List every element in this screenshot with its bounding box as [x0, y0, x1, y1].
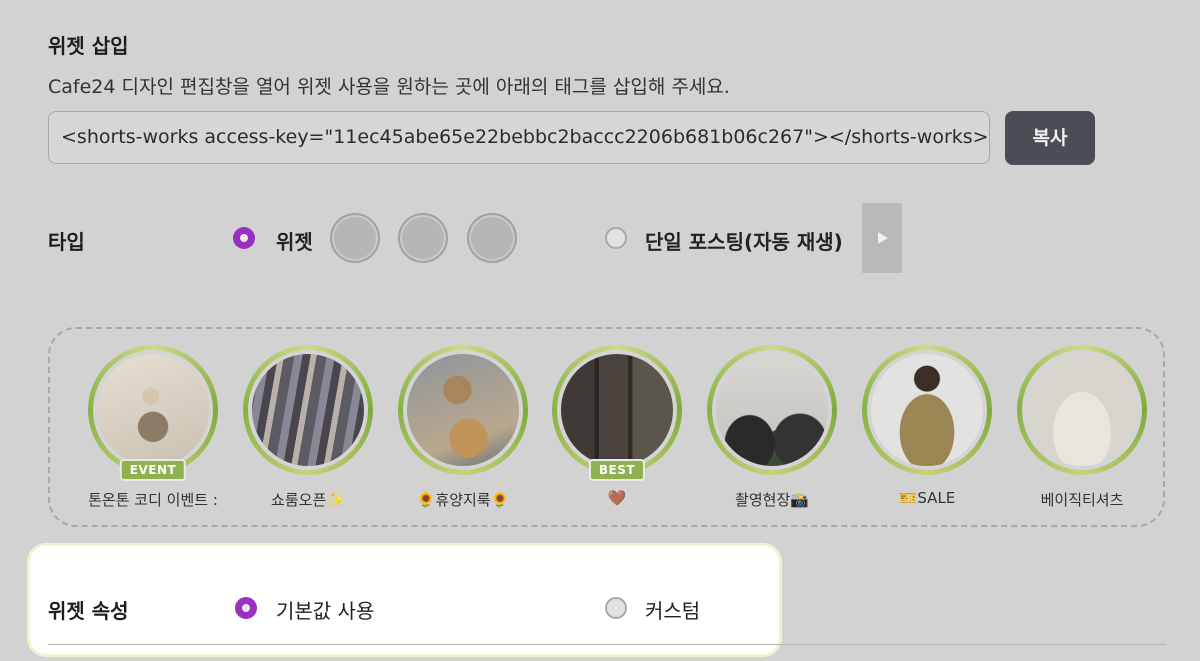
story-thumbnail [248, 350, 368, 470]
props-default-radio[interactable] [235, 597, 257, 619]
type-label: 타입 [48, 230, 85, 254]
story-label: 🌻휴양지룩🌻 [416, 491, 510, 509]
story-item[interactable]: EVENT 톤온톤 코디 이벤트 : [83, 345, 223, 515]
props-custom-radio[interactable] [605, 597, 627, 619]
widget-insert-description: Cafe24 디자인 편집창을 열어 위젯 사용을 원하는 곳에 아래의 태그를… [48, 76, 730, 98]
type-widget-label[interactable]: 위젯 [276, 226, 313, 255]
story-thumbnail [1022, 350, 1142, 470]
story-label: 쇼룸오픈✨ [271, 491, 345, 509]
story-thumbnail [557, 350, 677, 470]
story-label: 촬영현장📸 [735, 491, 809, 509]
widget-style-swatch-1[interactable] [330, 213, 380, 263]
widget-tag-code-field[interactable]: <shorts-works access-key="11ec45abe65e22… [48, 111, 990, 164]
story-item[interactable]: 🌻휴양지룩🌻 [393, 345, 533, 515]
story-label: 🤎 [607, 489, 627, 507]
story-label: 베이직티셔츠 [1040, 491, 1124, 509]
widget-style-swatch-3[interactable] [467, 213, 517, 263]
story-badge: EVENT [119, 459, 187, 481]
props-default-label[interactable]: 기본값 사용 [276, 595, 374, 624]
story-label: 🎫SALE [898, 489, 956, 507]
story-item[interactable]: 🎫SALE [857, 345, 997, 515]
type-single-radio[interactable] [605, 227, 627, 249]
play-icon [878, 232, 888, 244]
type-widget-radio[interactable] [233, 227, 255, 249]
widget-props-label: 위젯 속성 [48, 599, 129, 623]
story-item[interactable]: 쇼룸오픈✨ [238, 345, 378, 515]
widget-style-swatch-2[interactable] [398, 213, 448, 263]
props-custom-label[interactable]: 커스텀 [645, 595, 700, 624]
story-thumbnail [93, 350, 213, 470]
story-thumbnail [712, 350, 832, 470]
divider [48, 644, 1166, 645]
play-preview-button[interactable] [862, 203, 902, 273]
story-thumbnail [403, 350, 523, 470]
story-badge: BEST [588, 459, 646, 481]
widget-insert-title: 위젯 삽입 [48, 34, 129, 58]
story-label: 톤온톤 코디 이벤트 : [88, 491, 218, 509]
story-thumbnail [867, 350, 987, 470]
story-item[interactable]: 촬영현장📸 [702, 345, 842, 515]
copy-button[interactable]: 복사 [1005, 111, 1095, 165]
story-item[interactable]: BEST 🤎 [547, 345, 687, 515]
story-item[interactable]: 베이직티셔츠 [1012, 345, 1152, 515]
type-single-label[interactable]: 단일 포스팅(자동 재생) [645, 226, 843, 255]
